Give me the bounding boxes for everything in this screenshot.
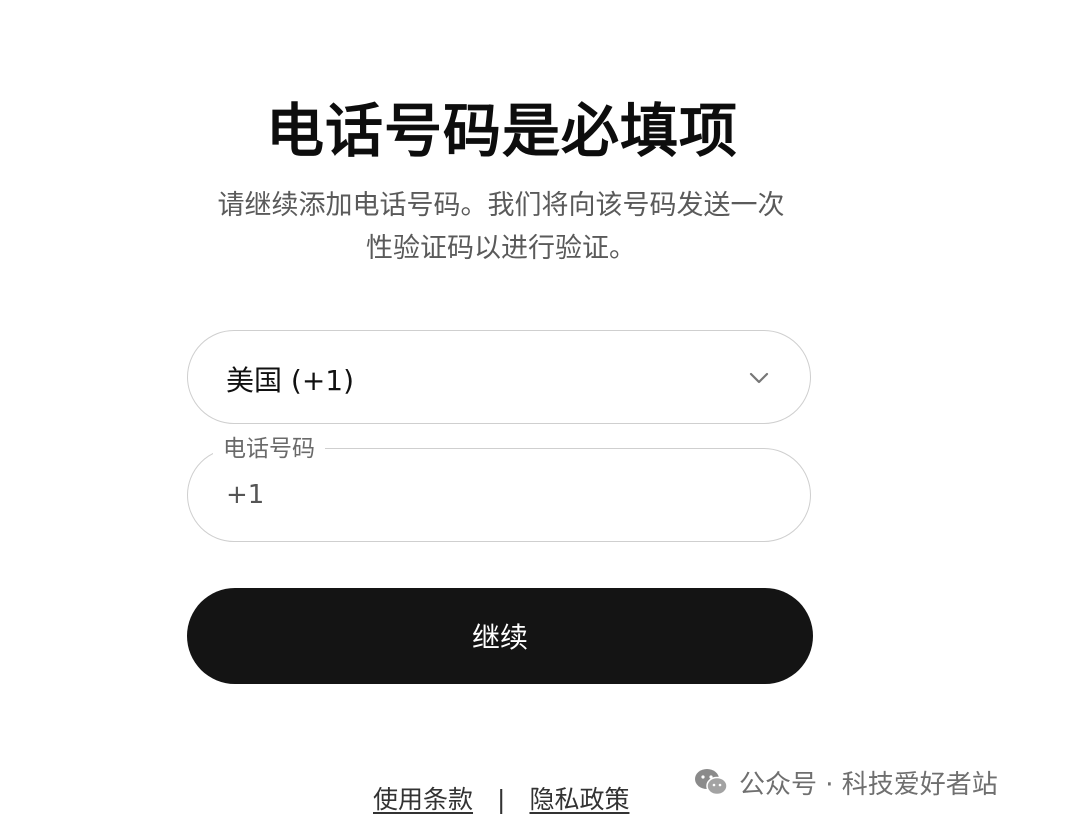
footer-separator: | [497,785,506,814]
subtitle-line-2: 性验证码以进行验证。 [366,233,636,264]
country-code-value: 美国 (+1) [226,364,355,397]
phone-required-page: 电话号码是必填项 请继续添加电话号码。我们将向该号码发送一次 性验证码以进行验证… [0,0,1080,825]
wechat-icon [695,769,728,796]
watermark-text: 公众号 · 科技爱好者站 [739,769,998,800]
terms-of-use-link[interactable]: 使用条款 [373,785,473,814]
country-code-select[interactable]: 美国 (+1) [187,330,811,424]
phone-number-label: 电话号码 [213,433,325,465]
page-title: 电话号码是必填项 [265,97,738,165]
footer-links: 使用条款 | 隐私政策 [373,780,629,816]
subtitle-line-1: 请继续添加电话号码。我们将向该号码发送一次 [217,190,785,221]
page-subtitle: 请继续添加电话号码。我们将向该号码发送一次 性验证码以进行验证。 [188,184,814,270]
chevron-down-icon [749,372,769,384]
watermark: 公众号 · 科技爱好者站 [693,762,998,802]
phone-number-input-value[interactable]: +1 [226,480,264,510]
privacy-policy-link[interactable]: 隐私政策 [529,785,629,814]
continue-button[interactable]: 继续 [187,588,813,684]
